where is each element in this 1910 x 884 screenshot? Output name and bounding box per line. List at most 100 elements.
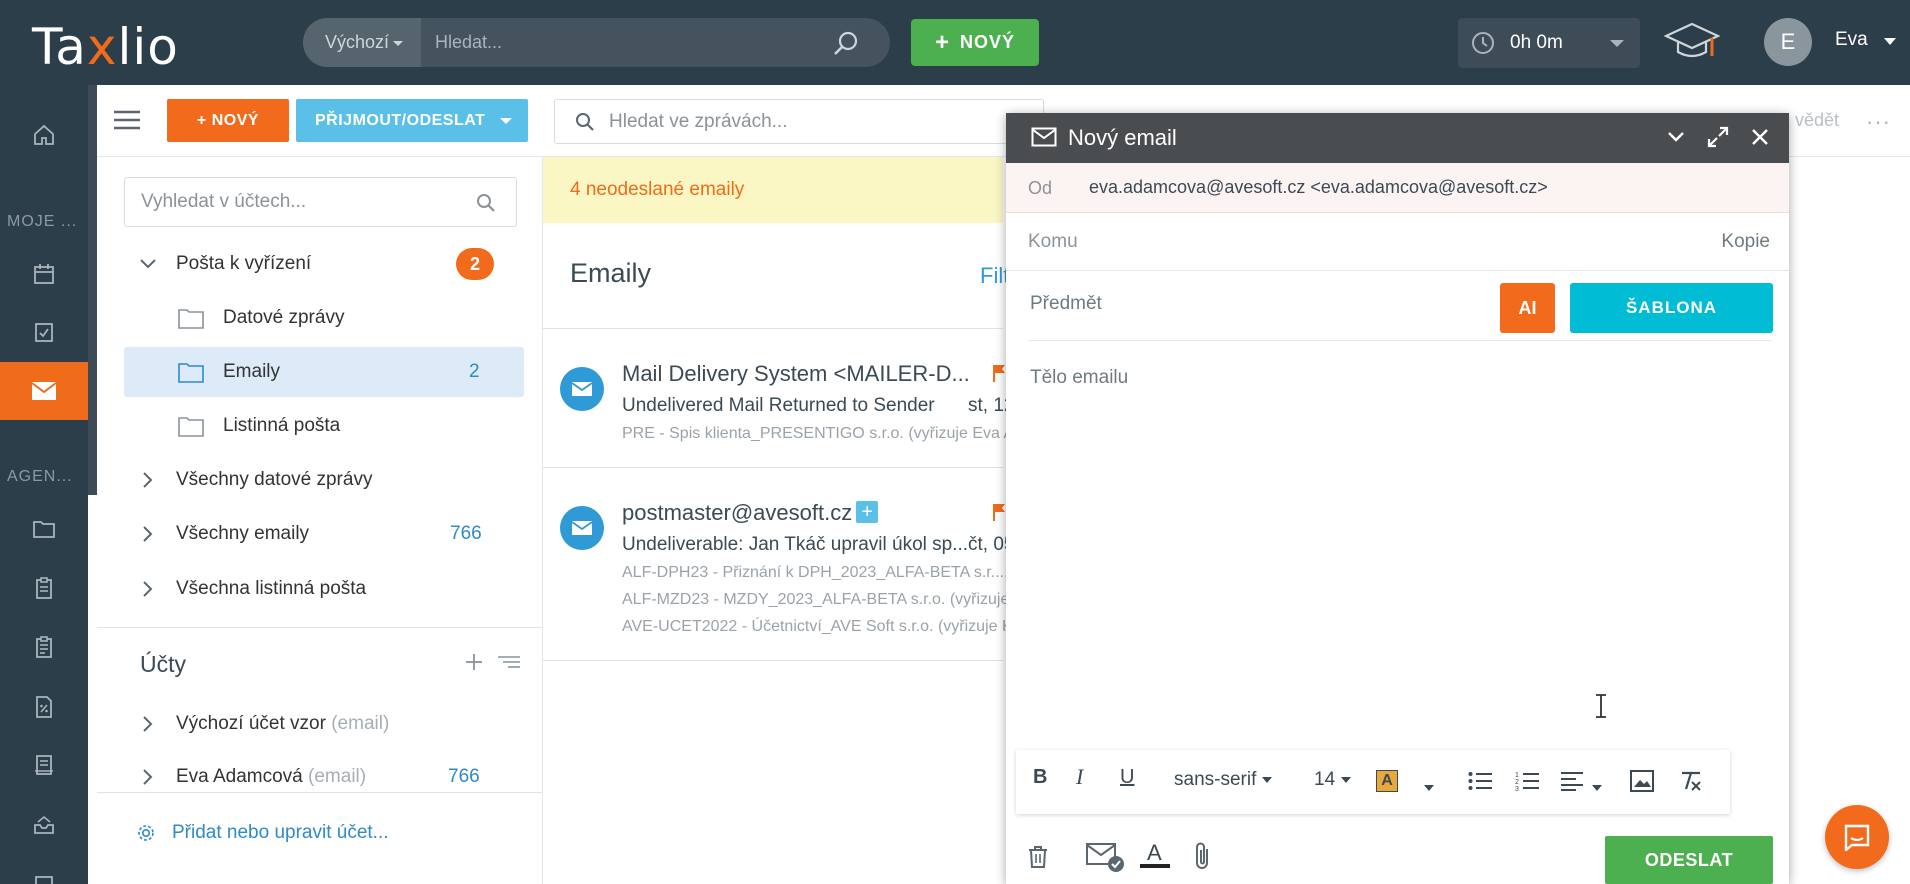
folder-all-emails[interactable]: Všechny emaily 766 <box>124 509 524 559</box>
flag-icon[interactable] <box>993 503 1005 521</box>
sort-lines-icon[interactable] <box>498 655 520 669</box>
numbered-list-icon[interactable]: 123 <box>1515 771 1539 791</box>
timer-value: 0h 0m <box>1510 32 1563 53</box>
from-address[interactable]: eva.adamcova@avesoft.cz <eva.adamcova@av… <box>1089 177 1548 198</box>
folder-paper-mail[interactable]: Listinná pošta <box>124 401 524 451</box>
folder-all-data-messages[interactable]: Všechny datové zprávy <box>124 455 524 505</box>
global-search-input[interactable] <box>421 18 841 67</box>
account-eva-adamcova[interactable]: Eva Adamcová (email) 766 <box>124 752 524 802</box>
cc-toggle[interactable]: Kopie <box>1721 231 1770 253</box>
flag-icon[interactable] <box>993 364 1005 382</box>
to-field[interactable]: Komu <box>1028 231 1078 253</box>
mail-case-tag: ALF-DPH23 - Přiznání k DPH_2023_ALFA-BET… <box>622 564 1019 581</box>
inbox-tray-icon <box>32 812 56 836</box>
taxlio-logo[interactable]: Taxlio <box>32 18 179 76</box>
rail-calendar[interactable] <box>0 245 88 303</box>
text-color-icon[interactable]: A <box>1140 839 1170 869</box>
align-left-icon[interactable] <box>1561 771 1583 791</box>
minimize-chevron-icon[interactable] <box>1667 131 1685 143</box>
rail-folders[interactable] <box>0 500 88 558</box>
chevron-right-icon[interactable] <box>143 769 153 785</box>
to-row[interactable]: Komu Kopie <box>1006 213 1789 271</box>
mail-list-item[interactable]: postmaster@avesoft.cz + Undeliverable: Ja… <box>543 468 1022 660</box>
account-default-template[interactable]: Výchozí účet vzor (email) <box>124 699 524 749</box>
attachment-paperclip-icon[interactable] <box>1192 841 1212 871</box>
search-scope-select[interactable]: Výchozí <box>303 18 421 67</box>
chevron-down-icon[interactable] <box>140 259 156 269</box>
clear-format-icon[interactable] <box>1680 770 1702 792</box>
template-button[interactable]: ŠABLONA <box>1570 283 1773 333</box>
expand-icon[interactable] <box>1707 126 1729 148</box>
chevron-right-icon[interactable] <box>143 526 153 542</box>
underline-button[interactable]: U <box>1120 766 1134 789</box>
insert-image-icon[interactable] <box>1630 770 1654 792</box>
rail-clipboard[interactable] <box>0 559 88 617</box>
time-tracker[interactable]: 0h 0m <box>1458 18 1640 68</box>
add-contact-plus-icon[interactable]: + <box>856 501 879 523</box>
rail-clipboard-list[interactable] <box>0 618 88 676</box>
user-name[interactable]: Eva <box>1835 29 1868 51</box>
rail-home[interactable] <box>0 106 88 164</box>
compose-header[interactable]: Nový email <box>1006 113 1789 163</box>
font-size-select[interactable]: 14 <box>1314 769 1352 791</box>
message-search-input[interactable] <box>609 100 1029 143</box>
trash-icon[interactable] <box>1028 845 1048 869</box>
task-check-icon <box>32 320 56 344</box>
folder-emails[interactable]: Emaily 2 <box>124 347 524 397</box>
folder-pending-mail[interactable]: Pošta k vyřízení 2 <box>124 239 524 289</box>
ai-button[interactable]: AI <box>1500 283 1555 333</box>
rail-ledger[interactable] <box>0 736 88 794</box>
close-icon[interactable] <box>1750 127 1770 147</box>
bullet-list-icon[interactable] <box>1468 771 1492 791</box>
add-edit-account-link[interactable]: Přidat nebo upravit účet... <box>136 822 389 844</box>
folder-data-messages[interactable]: Datové zprávy <box>124 293 524 343</box>
chevron-right-icon[interactable] <box>143 581 153 597</box>
hamburger-menu-icon[interactable] <box>114 110 140 130</box>
bold-button[interactable]: B <box>1033 766 1047 789</box>
send-email-button[interactable]: ODESLAT <box>1605 836 1773 884</box>
chat-support-icon[interactable] <box>1825 805 1889 869</box>
folder-all-paper-mail[interactable]: Všechna listinná pošta <box>124 564 524 614</box>
filter-link[interactable]: Filt <box>980 263 1009 289</box>
unsent-emails-banner[interactable]: 4 neodeslané emaily <box>543 157 1003 223</box>
chevron-right-icon[interactable] <box>143 716 153 732</box>
chevron-down-icon[interactable] <box>1884 38 1896 45</box>
chevron-right-icon[interactable] <box>143 472 153 488</box>
email-body-editor[interactable]: Tělo emailu <box>1030 367 1128 389</box>
new-top-button[interactable]: + NOVÝ <box>911 19 1039 66</box>
ledger-icon <box>32 753 56 777</box>
more-options-icon[interactable]: ··· <box>1866 109 1891 135</box>
search-icon[interactable] <box>833 30 859 56</box>
toolbar-hidden-option[interactable]: vědět <box>1795 110 1839 131</box>
chevron-down-icon <box>1610 40 1624 47</box>
mail-subject: Undeliverable: Jan Tkáč upravil úkol sp.… <box>622 534 969 555</box>
folder-icon <box>32 518 56 540</box>
highlight-dropdown-icon[interactable] <box>1424 777 1434 798</box>
from-label: Od <box>1028 178 1053 198</box>
font-family-select[interactable]: sans-serif <box>1174 769 1273 791</box>
from-row[interactable]: Od eva.adamcova@avesoft.cz <eva.adamcova… <box>1006 163 1789 213</box>
mail-icon <box>31 381 57 401</box>
rail-tasks[interactable] <box>0 303 88 361</box>
new-mail-button[interactable]: + NOVÝ <box>167 99 289 142</box>
user-avatar[interactable]: E <box>1764 18 1812 66</box>
gear-icon <box>136 823 156 843</box>
message-search <box>554 99 1044 144</box>
highlight-color-button[interactable]: A <box>1376 770 1398 792</box>
mail-list-item[interactable]: Mail Delivery System <MAILER-D... Undeli… <box>543 329 1023 467</box>
align-dropdown-icon[interactable] <box>1586 777 1602 798</box>
rail-scrollbar[interactable] <box>88 85 97 495</box>
account-search-input[interactable] <box>141 178 471 226</box>
add-account-plus-icon[interactable] <box>465 653 483 671</box>
italic-button[interactable]: I <box>1076 764 1083 790</box>
search-icon <box>476 193 496 213</box>
rail-inbox[interactable] <box>0 795 88 853</box>
subject-field[interactable]: Předmět <box>1030 293 1102 315</box>
rail-mail[interactable] <box>0 362 88 420</box>
read-receipt-icon[interactable] <box>1086 843 1126 873</box>
graduation-cap-icon[interactable] <box>1664 18 1720 66</box>
rail-case[interactable] <box>0 851 88 884</box>
receive-send-button[interactable]: PŘIJMOUT/ODESLAT <box>296 99 528 142</box>
svg-text:A: A <box>1147 840 1162 865</box>
rail-tax-documents[interactable] <box>0 678 88 736</box>
